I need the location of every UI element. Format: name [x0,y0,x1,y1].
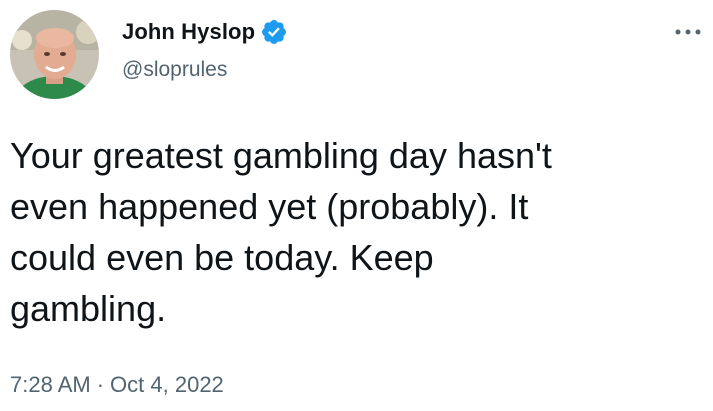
more-options-icon[interactable] [673,22,703,42]
verified-badge-icon [260,18,288,46]
tweet-card: John Hyslop @sloprules Your greatest gam… [0,0,713,411]
author-display-name[interactable]: John Hyslop [122,19,255,45]
timestamp-separator: · [96,372,105,397]
avatar-image [10,10,99,99]
author-name-row: John Hyslop [122,17,288,47]
tweet-date[interactable]: Oct 4, 2022 [110,372,224,398]
avatar[interactable] [10,10,99,99]
tweet-timestamp: 7:28 AM · Oct 4, 2022 [10,372,224,398]
tweet-time[interactable]: 7:28 AM [10,372,91,398]
tweet-text: Your greatest gambling day hasn't even h… [10,135,552,329]
author-handle[interactable]: @sloprules [122,58,227,82]
